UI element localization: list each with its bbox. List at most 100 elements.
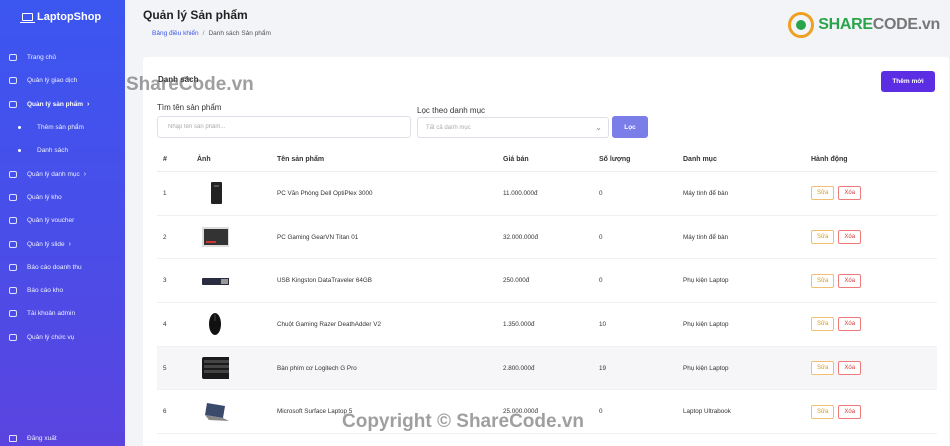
logo-brand-rest: CODE.vn xyxy=(872,16,941,33)
edit-button[interactable]: Sửa xyxy=(811,230,835,245)
edit-button[interactable]: Sửa xyxy=(811,273,835,288)
product-category: Máy tính để bàn xyxy=(683,233,729,241)
logout-button[interactable]: Đăng xuất xyxy=(9,435,57,442)
product-name: PC Gaming GearVN Titan 01 xyxy=(277,233,359,241)
product-name: Chuột Gaming Razer DeathAdder V2 xyxy=(277,320,381,328)
category-filter-label: Lọc theo danh mục xyxy=(417,106,486,115)
product-quantity: 10 xyxy=(599,320,607,328)
product-thumbnail xyxy=(201,356,229,380)
delete-button[interactable]: Xóa xyxy=(838,361,862,376)
sidebar-item-label: Quản lý slide xyxy=(27,240,65,248)
sidebar-item-7[interactable]: Quản lý voucher xyxy=(0,209,125,232)
menu-icon xyxy=(9,287,17,295)
sidebar-item-label: Danh sách xyxy=(37,147,69,155)
sidebar-item-12[interactable]: Quản lý chức vụ xyxy=(0,326,125,349)
breadcrumb: Bảng điều khiển / Danh sách Sản phẩm xyxy=(152,30,271,37)
sidebar-item-label: Trang chủ xyxy=(27,54,57,62)
product-quantity: 0 xyxy=(599,408,603,416)
row-index: 4 xyxy=(163,320,167,328)
product-table: # Ảnh Tên sản phẩm Giá bán Số lượng Danh mục H… xyxy=(157,148,937,435)
filter-button[interactable]: Lọc xyxy=(612,116,648,138)
row-index: 3 xyxy=(163,277,167,285)
sidebar-item-label: Quản lý sản phẩm xyxy=(27,100,83,108)
category-select-value: Tất cả danh mục xyxy=(426,124,471,131)
table-row: 6 Microsoft Surface Laptop 5 25.000.000đ 0 L… xyxy=(157,390,937,435)
add-product-button[interactable]: Thêm mới xyxy=(881,71,935,92)
brand-name: LaptopShop xyxy=(37,11,102,23)
product-image xyxy=(197,225,277,249)
column-header-image: Ảnh xyxy=(197,156,211,163)
row-index: 1 xyxy=(163,189,167,197)
sidebar-item-0[interactable]: Trang chủ xyxy=(0,46,125,69)
sidebar-item-10[interactable]: Báo cáo kho xyxy=(0,279,125,302)
sidebar-item-3[interactable]: Thêm sản phẩm xyxy=(0,116,125,139)
product-category: Phụ kiện Laptop xyxy=(683,320,729,328)
sidebar-item-8[interactable]: Quản lý slide › xyxy=(0,232,125,255)
product-name: USB Kingston DataTraveler 64GB xyxy=(277,277,372,285)
sidebar-brand[interactable]: LaptopShop xyxy=(0,0,125,34)
product-thumbnail xyxy=(201,225,229,249)
product-image xyxy=(197,312,277,336)
product-quantity: 0 xyxy=(599,189,603,197)
row-index: 5 xyxy=(163,364,167,372)
sidebar-item-label: Quản lý kho xyxy=(27,193,62,201)
table-row: 4 Chuột Gaming Razer DeathAdder V2 1.350.0… xyxy=(157,303,937,347)
product-price: 1.350.000đ xyxy=(503,320,535,328)
search-input[interactable] xyxy=(157,116,411,138)
table-row: 2 PC Gaming GearVN Titan 01 32.000.000đ 0 Má… xyxy=(157,216,937,260)
sidebar-item-1[interactable]: Quản lý giao dịch xyxy=(0,69,125,92)
sidebar-item-label: Quản lý danh mục xyxy=(27,170,80,178)
product-quantity: 0 xyxy=(599,277,603,285)
menu-icon xyxy=(9,310,17,318)
sidebar: LaptopShop Trang chủ Quản lý giao dịch Quả… xyxy=(0,0,125,446)
delete-button[interactable]: Xóa xyxy=(838,273,862,288)
row-actions: Sửa Xóa xyxy=(811,273,911,288)
sidebar-item-5[interactable]: Quản lý danh mục › xyxy=(0,162,125,185)
delete-button[interactable]: Xóa xyxy=(838,404,862,419)
logout-icon xyxy=(9,435,17,442)
delete-button[interactable]: Xóa xyxy=(838,230,862,245)
edit-button[interactable]: Sửa xyxy=(811,186,835,201)
card-heading: Danh sách xyxy=(158,75,199,84)
breadcrumb-home-link[interactable]: Bảng điều khiển xyxy=(152,30,199,37)
menu-icon xyxy=(9,193,17,201)
edit-button[interactable]: Sửa xyxy=(811,404,835,419)
sidebar-item-6[interactable]: Quản lý kho xyxy=(0,186,125,209)
category-select[interactable]: Tất cả danh mục ⌄ xyxy=(417,117,609,138)
logout-label: Đăng xuất xyxy=(27,435,57,442)
menu-icon xyxy=(9,170,17,178)
edit-button[interactable]: Sửa xyxy=(811,361,835,376)
product-category: Máy tính để bàn xyxy=(683,189,729,197)
product-image xyxy=(197,400,277,424)
laptop-icon xyxy=(20,13,35,23)
menu-icon xyxy=(9,333,17,341)
sidebar-item-2[interactable]: Quản lý sản phẩm › xyxy=(0,93,125,116)
bullet-icon xyxy=(18,149,21,153)
row-actions: Sửa Xóa xyxy=(811,361,911,376)
product-list-card: Danh sách Thêm mới Tìm tên sản phẩm Lọc … xyxy=(143,57,949,446)
sidebar-item-label: Quản lý chức vụ xyxy=(27,333,75,341)
sidebar-item-label: Tài khoản admin xyxy=(27,310,76,318)
table-row: 3 USB Kingston DataTraveler 64GB 250.000đ 0… xyxy=(157,259,937,304)
delete-button[interactable]: Xóa xyxy=(838,317,862,332)
breadcrumb-separator: / xyxy=(202,30,205,37)
product-image xyxy=(197,181,277,205)
table-body: 1 PC Văn Phòng Dell OptiPlex 3000 11.000.0… xyxy=(157,172,937,435)
sidebar-item-11[interactable]: Tài khoản admin xyxy=(0,302,125,325)
sharecode-logo-text: SHARECODE.vn xyxy=(818,16,940,34)
delete-button[interactable]: Xóa xyxy=(838,186,862,201)
column-header-index: # xyxy=(163,156,167,163)
product-price: 2.800.000đ xyxy=(503,364,535,372)
product-name: PC Văn Phòng Dell OptiPlex 3000 xyxy=(277,189,373,197)
product-thumbnail xyxy=(201,312,229,336)
product-thumbnail xyxy=(201,400,229,424)
column-header-actions: Hành động xyxy=(811,156,848,163)
edit-button[interactable]: Sửa xyxy=(811,317,835,332)
menu-icon xyxy=(9,100,17,108)
sidebar-item-4[interactable]: Danh sách xyxy=(0,139,125,162)
sidebar-item-label: Quản lý giao dịch xyxy=(27,77,78,85)
sidebar-item-9[interactable]: Báo cáo doanh thu xyxy=(0,256,125,279)
product-quantity: 0 xyxy=(599,233,603,241)
row-index: 2 xyxy=(163,233,167,241)
chevron-right-icon: › xyxy=(83,170,87,178)
